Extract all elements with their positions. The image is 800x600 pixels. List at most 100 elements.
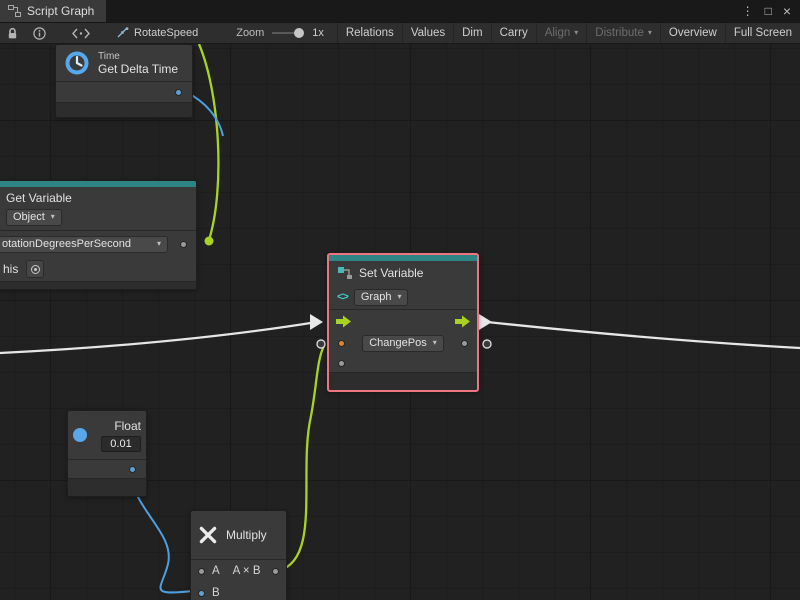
input-port[interactable] — [338, 360, 345, 367]
port-row — [56, 81, 192, 102]
output-port[interactable] — [175, 89, 182, 96]
multiply-icon — [197, 524, 219, 546]
flow-arrowhead-right[interactable] — [479, 314, 492, 330]
dim-button[interactable]: Dim — [453, 23, 490, 43]
node-footer — [56, 102, 192, 117]
chevron-down-icon: ▾ — [51, 213, 55, 221]
unity-script-graph-window: Script Graph ⋮ □ × — [0, 0, 800, 600]
variable-node-icon — [337, 265, 353, 281]
node-header: Set Variable — [329, 261, 477, 285]
node-get-variable[interactable]: Get Variable Object ▾ otationDegreesPerS… — [0, 180, 197, 290]
zoom-slider[interactable] — [272, 26, 304, 40]
chevron-down-icon: ▾ — [157, 240, 161, 248]
input-port-b[interactable] — [198, 590, 205, 597]
toolbar-buttons: Relations Values Dim Carry Align▾ Distri… — [337, 23, 800, 43]
port-row-b: B — [191, 582, 286, 600]
node-title: Get Delta Time — [98, 63, 178, 75]
target-icon — [31, 265, 40, 274]
input-port-a[interactable] — [198, 568, 205, 575]
flow-input-arrow[interactable] — [335, 315, 352, 328]
lock-icon[interactable] — [6, 23, 19, 43]
close-icon[interactable]: × — [783, 4, 791, 18]
overview-button[interactable]: Overview — [660, 23, 725, 43]
node-footer — [68, 478, 146, 496]
extra-port-row — [329, 354, 477, 372]
port-row — [68, 459, 146, 478]
chevron-down-icon: ▾ — [648, 29, 652, 37]
flow-arrowhead-left[interactable] — [310, 314, 323, 330]
float-value-input[interactable]: 0.01 — [101, 436, 141, 452]
carry-button[interactable]: Carry — [491, 23, 536, 43]
value-output-port[interactable] — [180, 241, 187, 248]
chevron-down-icon: ▾ — [574, 29, 578, 37]
flow-wire-incoming[interactable] — [0, 322, 317, 353]
zoom-slider-handle[interactable] — [294, 28, 304, 38]
variable-name-row: otationDegreesPerSecond ▾ — [0, 230, 196, 257]
variable-name-dropdown[interactable]: otationDegreesPerSecond ▾ — [0, 236, 168, 253]
value-port-row: ChangePos ▾ — [329, 332, 477, 354]
output-port[interactable] — [129, 466, 136, 473]
flow-port-row — [329, 309, 477, 332]
value-wire-top[interactable] — [199, 44, 218, 240]
fullscreen-button[interactable]: Full Screen — [725, 23, 800, 43]
graph-canvas[interactable]: Time Get Delta Time Get Variable Object … — [0, 44, 800, 600]
node-footer — [0, 281, 196, 289]
relations-button[interactable]: Relations — [337, 23, 402, 43]
value-input-port[interactable] — [338, 340, 345, 347]
tab-script-graph[interactable]: Script Graph — [0, 0, 106, 22]
node-title: Get Variable — [0, 189, 196, 207]
machine-icon — [116, 27, 129, 39]
scope-row: <> Graph ▾ — [329, 285, 477, 309]
node-set-variable[interactable]: Set Variable <> Graph ▾ Ch — [327, 253, 479, 392]
value-wire-endpoint[interactable] — [205, 237, 214, 246]
flow-output-arrow[interactable] — [454, 315, 471, 328]
window-controls: ⋮ □ × — [742, 0, 800, 22]
port-terminal-right[interactable] — [483, 340, 491, 348]
values-button[interactable]: Values — [402, 23, 453, 43]
flow-wire-outgoing[interactable] — [487, 322, 800, 348]
kebab-menu-icon[interactable]: ⋮ — [742, 5, 754, 17]
port-b-label: B — [212, 587, 220, 599]
chevron-down-icon: ▾ — [397, 293, 401, 301]
variable-scope-dropdown[interactable]: Object ▾ — [6, 209, 62, 226]
self-target-button[interactable] — [26, 260, 44, 278]
port-a-label: A — [212, 565, 220, 577]
node-get-delta-time[interactable]: Time Get Delta Time — [55, 44, 193, 118]
node-header: Float 0.01 — [68, 411, 146, 459]
output-port-result[interactable] — [272, 568, 279, 575]
variable-scope-dropdown[interactable]: Graph ▾ — [354, 289, 409, 306]
target-label: his — [3, 262, 18, 276]
port-terminal-left[interactable] — [317, 340, 325, 348]
node-title: Multiply — [226, 528, 267, 542]
maximize-icon[interactable]: □ — [765, 5, 772, 17]
float-icon — [73, 428, 87, 442]
node-title: Float — [114, 419, 141, 433]
graph-inspector-icon[interactable] — [72, 23, 90, 43]
align-dropdown-button[interactable]: Align▾ — [536, 23, 587, 43]
info-icon[interactable] — [33, 23, 46, 43]
script-graph-tab-icon — [8, 5, 21, 17]
node-header: Multiply — [191, 511, 286, 559]
graph-breadcrumb[interactable]: RotateSpeed — [116, 27, 198, 39]
zoom-label: Zoom — [236, 27, 264, 39]
chevron-down-icon: ▾ — [433, 339, 437, 347]
result-label: A × B — [233, 565, 261, 577]
graph-name: RotateSpeed — [134, 27, 198, 39]
node-multiply[interactable]: Multiply A A × B B — [190, 510, 287, 600]
node-footer — [329, 372, 477, 390]
distribute-dropdown-button[interactable]: Distribute▾ — [586, 23, 660, 43]
zoom-value: 1x — [312, 27, 324, 39]
port-row-a: A A × B — [191, 559, 286, 582]
node-float[interactable]: Float 0.01 — [67, 410, 147, 497]
node-header: Time Get Delta Time — [56, 45, 192, 81]
clock-icon — [64, 50, 90, 76]
tab-title: Script Graph — [27, 4, 94, 18]
tab-bar: Script Graph ⋮ □ × — [0, 0, 800, 22]
graph-toolbar: RotateSpeed Zoom 1x Relations Values Dim… — [0, 22, 800, 44]
variable-name-dropdown[interactable]: ChangePos ▾ — [362, 335, 444, 352]
node-title: Set Variable — [359, 266, 423, 280]
graph-scope-icon: <> — [337, 291, 348, 303]
value-output-port[interactable] — [461, 340, 468, 347]
node-header: Get Variable Object ▾ — [0, 187, 196, 230]
target-row: his — [0, 257, 196, 281]
